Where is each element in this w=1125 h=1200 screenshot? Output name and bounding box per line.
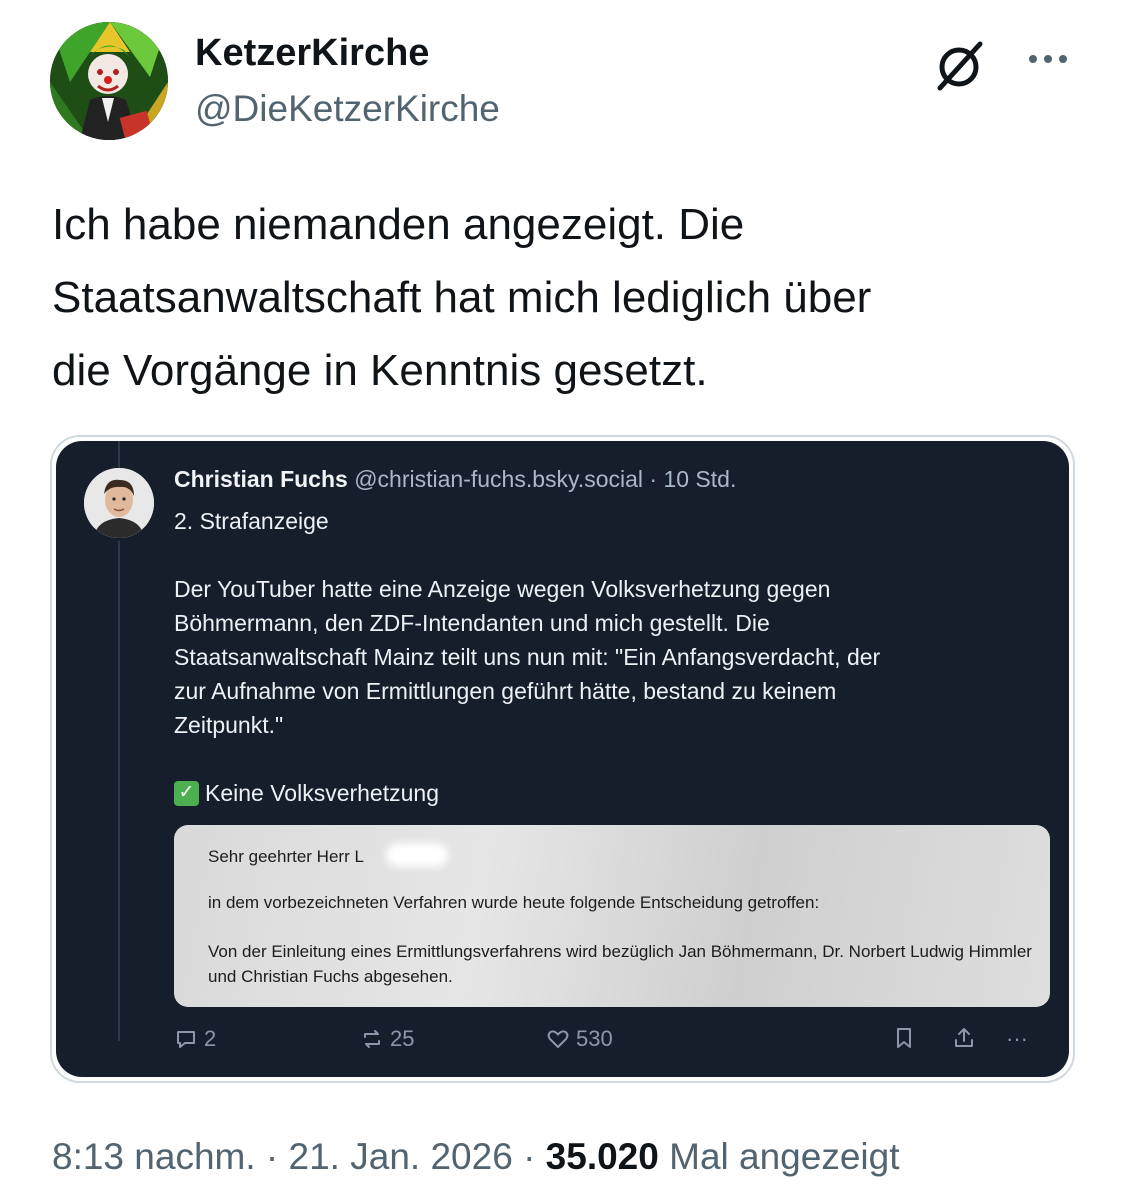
more-icon[interactable]: [1020, 44, 1076, 74]
tweet-header: KetzerKirche @DieKetzerKirche: [50, 22, 1080, 147]
bsky-author-avatar: [84, 468, 154, 538]
tweet-meta: 8:13 nachm. · 21. Jan. 2026 · 35.020 Mal…: [52, 1136, 900, 1178]
author-handle[interactable]: @DieKetzerKirche: [195, 88, 500, 130]
bsky-author-name: Christian Fuchs: [174, 466, 348, 492]
tweet-date[interactable]: 21. Jan. 2026: [289, 1136, 513, 1177]
tweet-text: Ich habe niemanden angezeigt. Die Staats…: [52, 200, 872, 395]
check-label: Keine Volksverhetzung: [205, 780, 439, 806]
repost-icon: [364, 1030, 380, 1048]
author-avatar[interactable]: [50, 22, 168, 140]
bsky-more-icon: ···: [1006, 1026, 1028, 1051]
redaction-blur: [386, 843, 448, 867]
share-action: [952, 1026, 976, 1050]
view-label: Mal angezeigt: [669, 1136, 900, 1177]
reply-count: 2: [204, 1026, 217, 1051]
bluesky-screenshot: Christian Fuchs @christian-fuchs.bsky.so…: [56, 441, 1069, 1077]
bsky-post-header: Christian Fuchs @christian-fuchs.bsky.so…: [174, 466, 736, 493]
letter-line3: Von der Einleitung eines Ermittlungsverf…: [208, 942, 1032, 986]
letter-salutation: Sehr geehrter Herr L: [208, 847, 364, 866]
avatar-image: [50, 22, 168, 140]
like-action: 530: [546, 1026, 613, 1052]
separator-dot: ·: [649, 466, 658, 492]
bsky-post-body: 2. Strafanzeige Der YouTuber hatte eine …: [174, 504, 1044, 810]
check-icon: ✓: [174, 780, 199, 806]
repost-count: 25: [390, 1026, 415, 1051]
share-icon: [955, 1028, 973, 1047]
reply-icon: [177, 1031, 195, 1048]
letter-line2: in dem vorbezeichneten Verfahren wurde h…: [208, 893, 820, 912]
bsky-author-handle: @christian-fuchs.bsky.social: [354, 466, 643, 492]
repost-action: 25: [360, 1026, 414, 1052]
letter-photo: Sehr geehrter Herr L in dem vorbezeichne…: [174, 825, 1050, 1007]
bsky-post-time: 10 Std.: [663, 466, 737, 492]
bsky-action-bar: 2 25 530 ···: [174, 1026, 1054, 1062]
bsky-post-line1: 2. Strafanzeige: [174, 508, 329, 534]
view-count: 35.020: [545, 1136, 659, 1177]
heart-icon: [547, 1030, 569, 1048]
reply-action: 2: [174, 1026, 216, 1052]
check-line: ✓ Keine Volksverhetzung: [174, 776, 1044, 810]
like-count: 530: [576, 1026, 613, 1051]
embedded-image[interactable]: Christian Fuchs @christian-fuchs.bsky.so…: [50, 435, 1075, 1083]
meta-dot: ·: [265, 1136, 279, 1177]
bookmark-icon: [897, 1028, 911, 1048]
bsky-post-paragraph: Der YouTuber hatte eine Anzeige wegen Vo…: [174, 576, 881, 738]
meta-dot: ·: [523, 1136, 536, 1177]
author-display-name[interactable]: KetzerKirche: [195, 32, 429, 75]
grok-icon[interactable]: [930, 36, 988, 94]
bookmark-action: [892, 1026, 916, 1050]
tweet-time[interactable]: 8:13 nachm.: [52, 1136, 256, 1177]
thread-line: [118, 541, 120, 1041]
